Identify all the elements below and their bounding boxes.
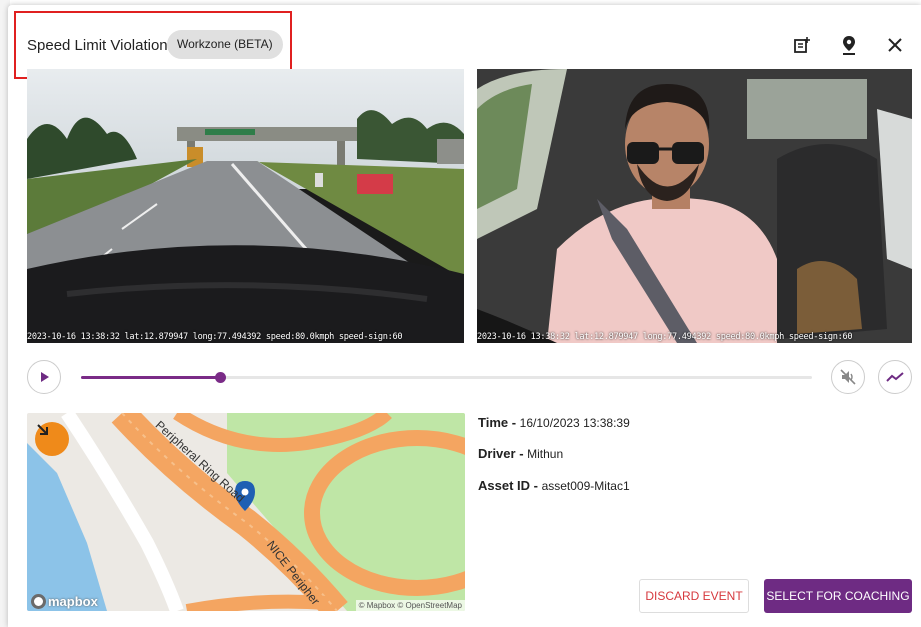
time-label: Time - — [478, 415, 520, 430]
modal-title: Speed Limit Violation — [27, 37, 168, 54]
map-attribution[interactable]: © Mapbox © OpenStreetMap — [355, 600, 465, 611]
cabin-video-overlay: 2023-10-16 13:38:32 lat:12.879947 long:7… — [477, 332, 853, 342]
play-icon — [41, 372, 49, 382]
location-pin-icon[interactable] — [837, 33, 861, 57]
detail-driver: Driver - Mithun — [478, 446, 563, 461]
trend-icon — [886, 372, 904, 382]
mapbox-logo[interactable]: mapbox — [31, 594, 98, 609]
driver-value: Mithun — [527, 447, 564, 461]
video-progress-track[interactable] — [81, 372, 812, 383]
close-icon[interactable] — [883, 33, 907, 57]
video-progress-thumb[interactable] — [214, 372, 226, 383]
event-map[interactable]: Peripheral Ring Road NICE Peripher mapbo… — [27, 413, 465, 611]
play-button[interactable] — [27, 360, 61, 394]
add-note-icon[interactable] — [790, 33, 814, 57]
road-camera-video[interactable]: 2023-10-16 13:38:32 lat:12.879947 long:7… — [27, 69, 464, 343]
time-value: 16/10/2023 13:38:39 — [519, 416, 630, 430]
trend-button[interactable] — [878, 360, 912, 394]
asset-value: asset009-Mitac1 — [541, 479, 630, 493]
road-video-overlay: 2023-10-16 13:38:32 lat:12.879947 long:7… — [27, 332, 403, 342]
event-modal: Speed Limit Violation Workzone (BETA) 20… — [8, 5, 921, 627]
select-for-coaching-button[interactable]: SELECT FOR COACHING — [764, 579, 912, 613]
workzone-tag: Workzone (BETA) — [167, 30, 283, 59]
driver-label: Driver - — [478, 446, 528, 461]
mapbox-logo-text: mapbox — [48, 594, 98, 609]
asset-label: Asset ID - — [478, 478, 542, 493]
cabin-camera-video[interactable]: 2023-10-16 13:38:32 lat:12.879947 long:7… — [477, 69, 912, 343]
mute-icon — [840, 369, 856, 385]
detail-asset: Asset ID - asset009-Mitac1 — [478, 478, 630, 493]
discard-event-button[interactable]: DISCARD EVENT — [639, 579, 749, 613]
video-progress-fill — [81, 376, 220, 379]
compass-button[interactable] — [35, 422, 69, 456]
arrow-down-right-icon — [37, 424, 48, 435]
mapbox-logo-icon — [31, 594, 46, 609]
detail-time: Time - 16/10/2023 13:38:39 — [478, 415, 630, 430]
mute-button[interactable] — [831, 360, 865, 394]
